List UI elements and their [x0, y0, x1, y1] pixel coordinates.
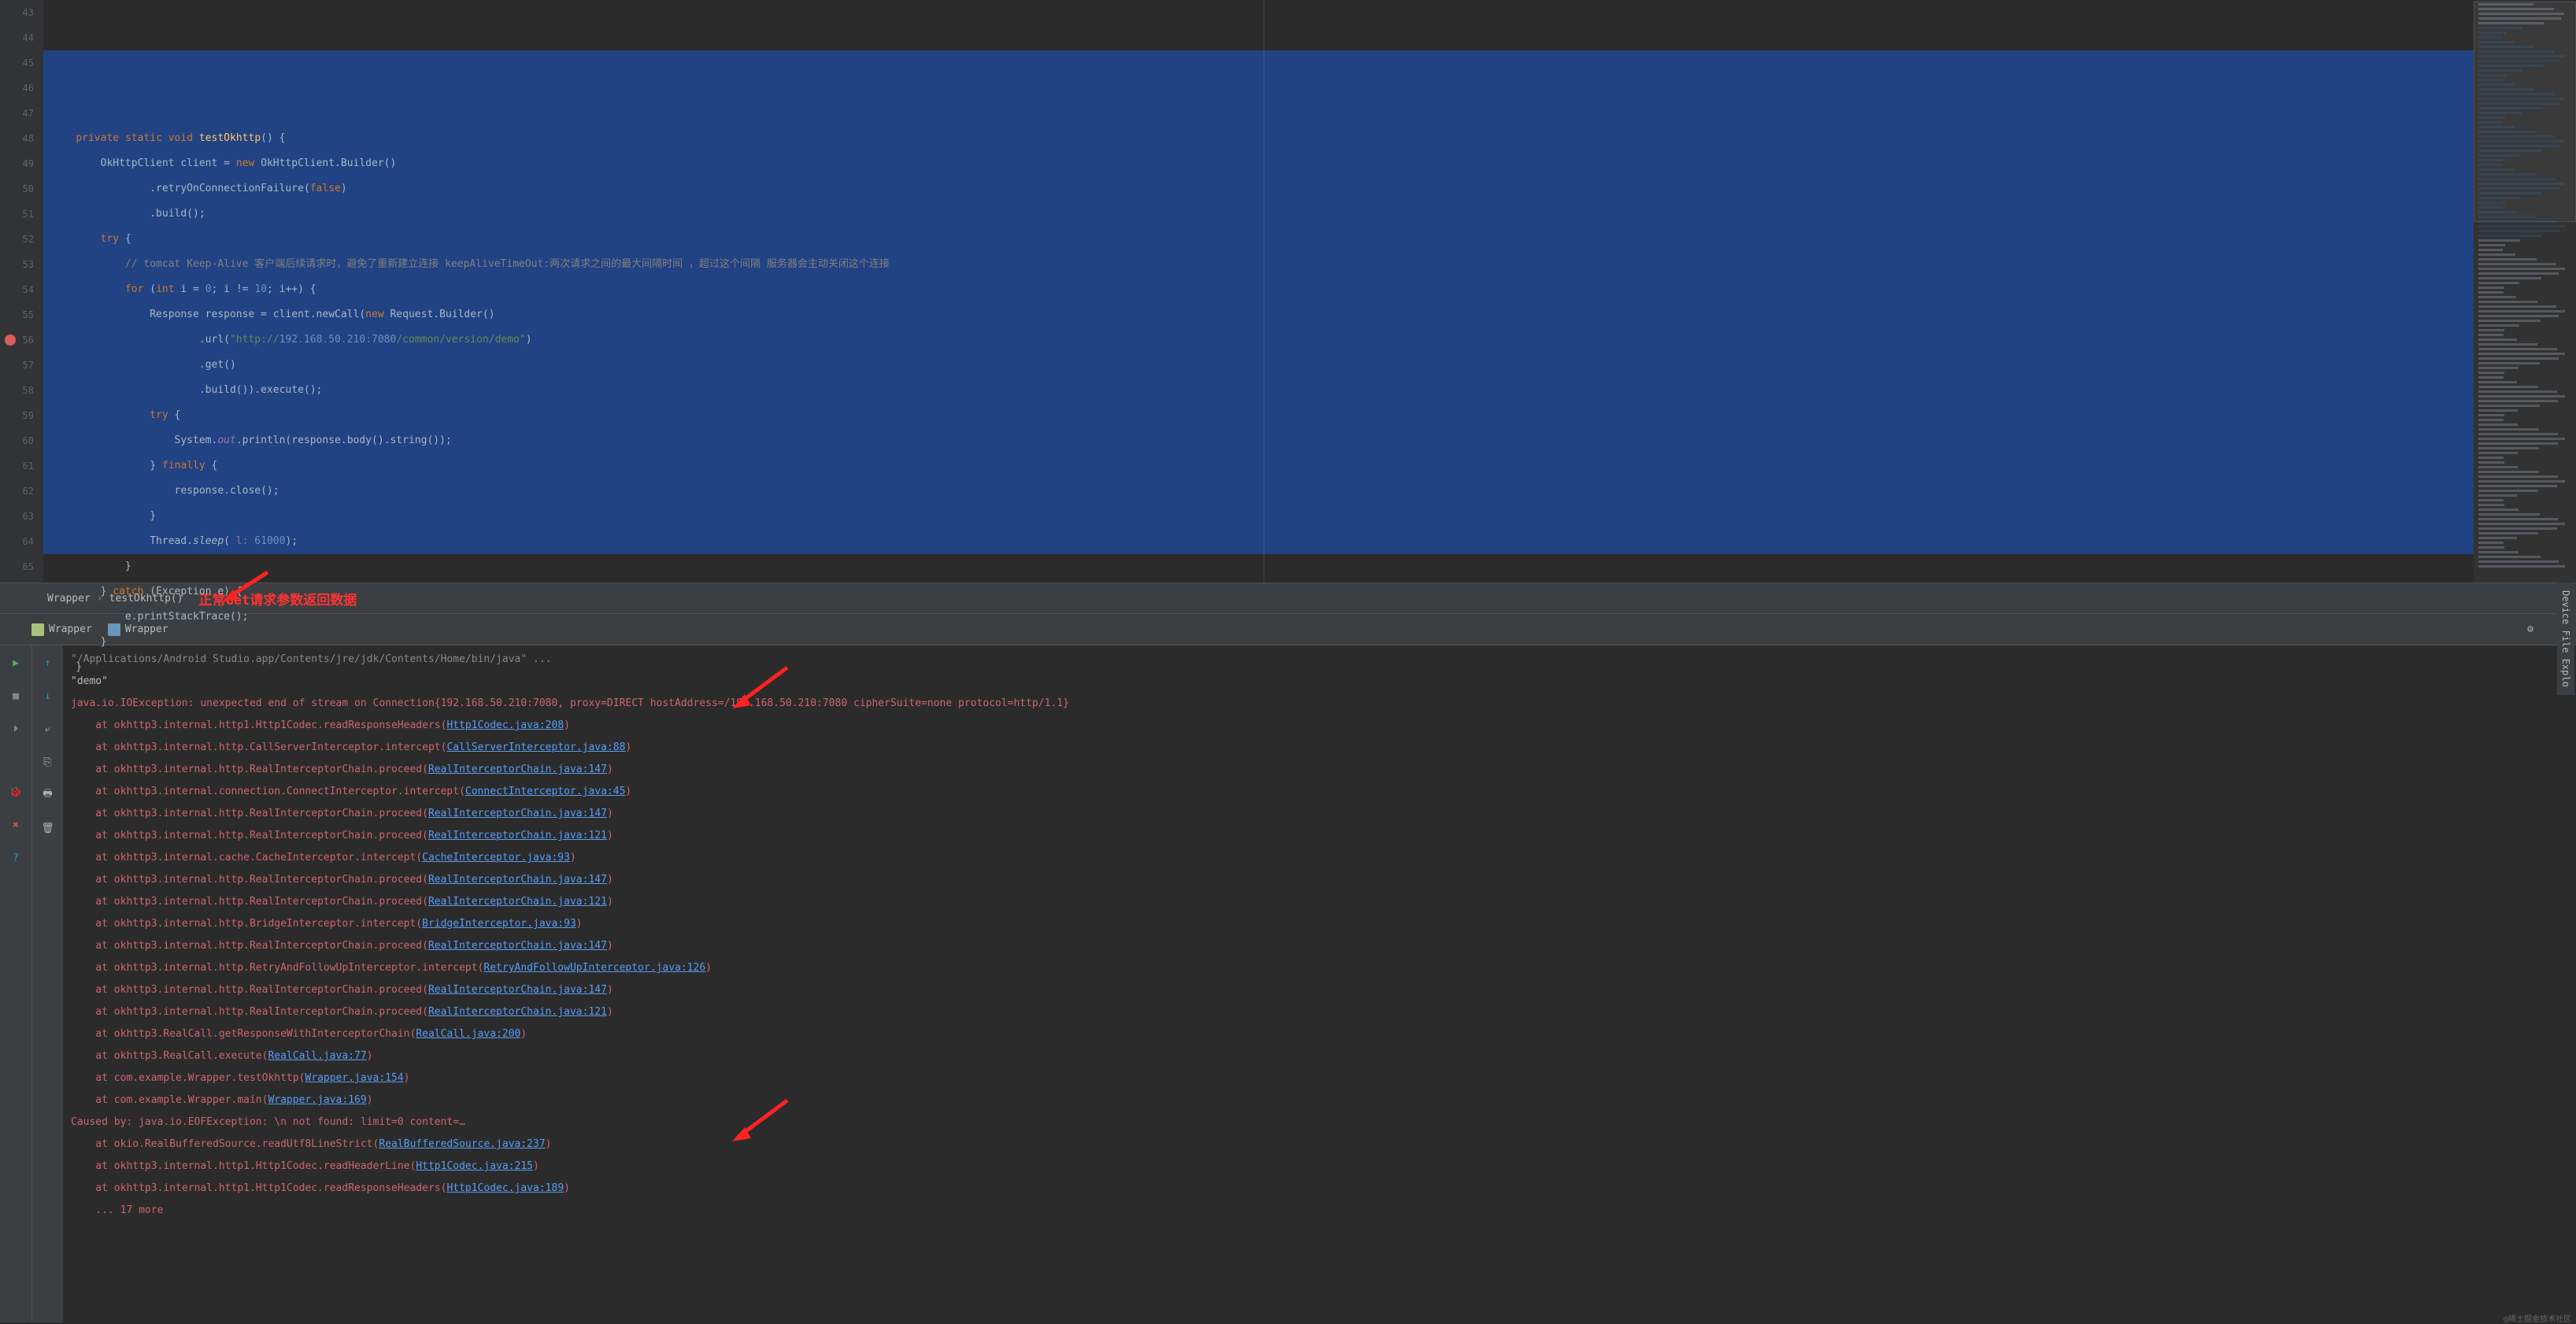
annotation-arrow-2 [724, 661, 803, 716]
run-tool-gutter-1: ▶ ■ ⏵ 🐞 ✖ ? [0, 645, 31, 1322]
help-icon[interactable]: ? [6, 849, 25, 867]
stacktrace-link[interactable]: Http1Codec.java:215 [416, 1160, 533, 1172]
filter-icon[interactable]: ⏵ [6, 719, 25, 738]
stacktrace-link[interactable]: RealInterceptorChain.java:147 [428, 808, 607, 819]
soft-wrap-icon[interactable]: ⤶ [39, 719, 57, 738]
stacktrace-link[interactable]: RealCall.java:200 [416, 1028, 520, 1040]
stacktrace-link[interactable]: RealInterceptorChain.java:147 [428, 940, 607, 952]
debug-icon[interactable]: 🐞 [6, 782, 25, 801]
stop-icon[interactable]: ■ [6, 686, 25, 705]
down-arrow-icon[interactable]: ↓ [39, 686, 57, 705]
scroll-to-end-icon[interactable]: ⎘ [39, 753, 57, 771]
device-file-explorer-tab[interactable]: Device File Explo [2557, 582, 2574, 695]
stacktrace-link[interactable]: RealInterceptorChain.java:121 [428, 830, 607, 841]
stacktrace-link[interactable]: RealBufferedSource.java:237 [379, 1138, 545, 1150]
stacktrace-link[interactable]: Http1Codec.java:189 [446, 1182, 564, 1194]
stacktrace-link[interactable]: RealInterceptorChain.java:147 [428, 764, 607, 775]
editor-area: 43 44 45 46 47 48 49 50 51 52 53 54 55 5… [0, 0, 2576, 582]
watermark: @稀土掘金技术社区 [2504, 1312, 2571, 1324]
line-number-gutter: 43 44 45 46 47 48 49 50 51 52 53 54 55 5… [0, 0, 43, 582]
code-editor[interactable]: private static void testOkhttp() { OkHtt… [43, 0, 2474, 582]
trash-icon[interactable]: 🗑 [39, 819, 57, 838]
console-output[interactable]: "/Applications/Android Studio.app/Conten… [63, 645, 2576, 1322]
stacktrace-link[interactable]: RealInterceptorChain.java:147 [428, 874, 607, 886]
stacktrace-link[interactable]: RealCall.java:77 [268, 1050, 366, 1062]
stacktrace-link[interactable]: RealInterceptorChain.java:121 [428, 896, 607, 908]
stacktrace-link[interactable]: ConnectInterceptor.java:45 [465, 786, 626, 797]
stacktrace-link[interactable]: Wrapper.java:154 [305, 1072, 403, 1084]
run-tool-gutter-2: ↑ ↓ ⤶ ⎘ 🖶 🗑 [31, 645, 63, 1322]
gear-icon[interactable]: ⚙ [2521, 620, 2540, 639]
close-icon[interactable]: ✖ [6, 815, 25, 834]
stacktrace-link[interactable]: RealInterceptorChain.java:147 [428, 984, 607, 996]
console-area: ▶ ■ ⏵ 🐞 ✖ ? ↑ ↓ ⤶ ⎘ 🖶 🗑 "/Applications/A… [0, 645, 2576, 1322]
minimap[interactable]: /* blocks placed by script below */ [2474, 0, 2576, 582]
run-config-icon [31, 623, 44, 636]
breakpoint-icon[interactable] [5, 335, 16, 346]
annotation-arrow-3 [724, 1094, 803, 1149]
rerun-icon[interactable]: ▶ [6, 653, 25, 672]
stacktrace-link[interactable]: BridgeInterceptor.java:93 [422, 918, 576, 930]
stacktrace-link[interactable]: Wrapper.java:169 [268, 1094, 366, 1106]
stacktrace-link[interactable]: RetryAndFollowUpInterceptor.java:126 [483, 962, 705, 974]
print-icon[interactable]: 🖶 [39, 786, 57, 804]
annotation-arrow-1 [220, 566, 283, 605]
stacktrace-link[interactable]: CallServerInterceptor.java:88 [446, 742, 625, 753]
stacktrace-link[interactable]: Http1Codec.java:208 [446, 719, 564, 731]
device-file-explorer-label: Device File Explo [2560, 590, 2571, 687]
stacktrace-link[interactable]: RealInterceptorChain.java:121 [428, 1006, 607, 1018]
stacktrace-link[interactable]: CacheInterceptor.java:93 [422, 852, 570, 864]
